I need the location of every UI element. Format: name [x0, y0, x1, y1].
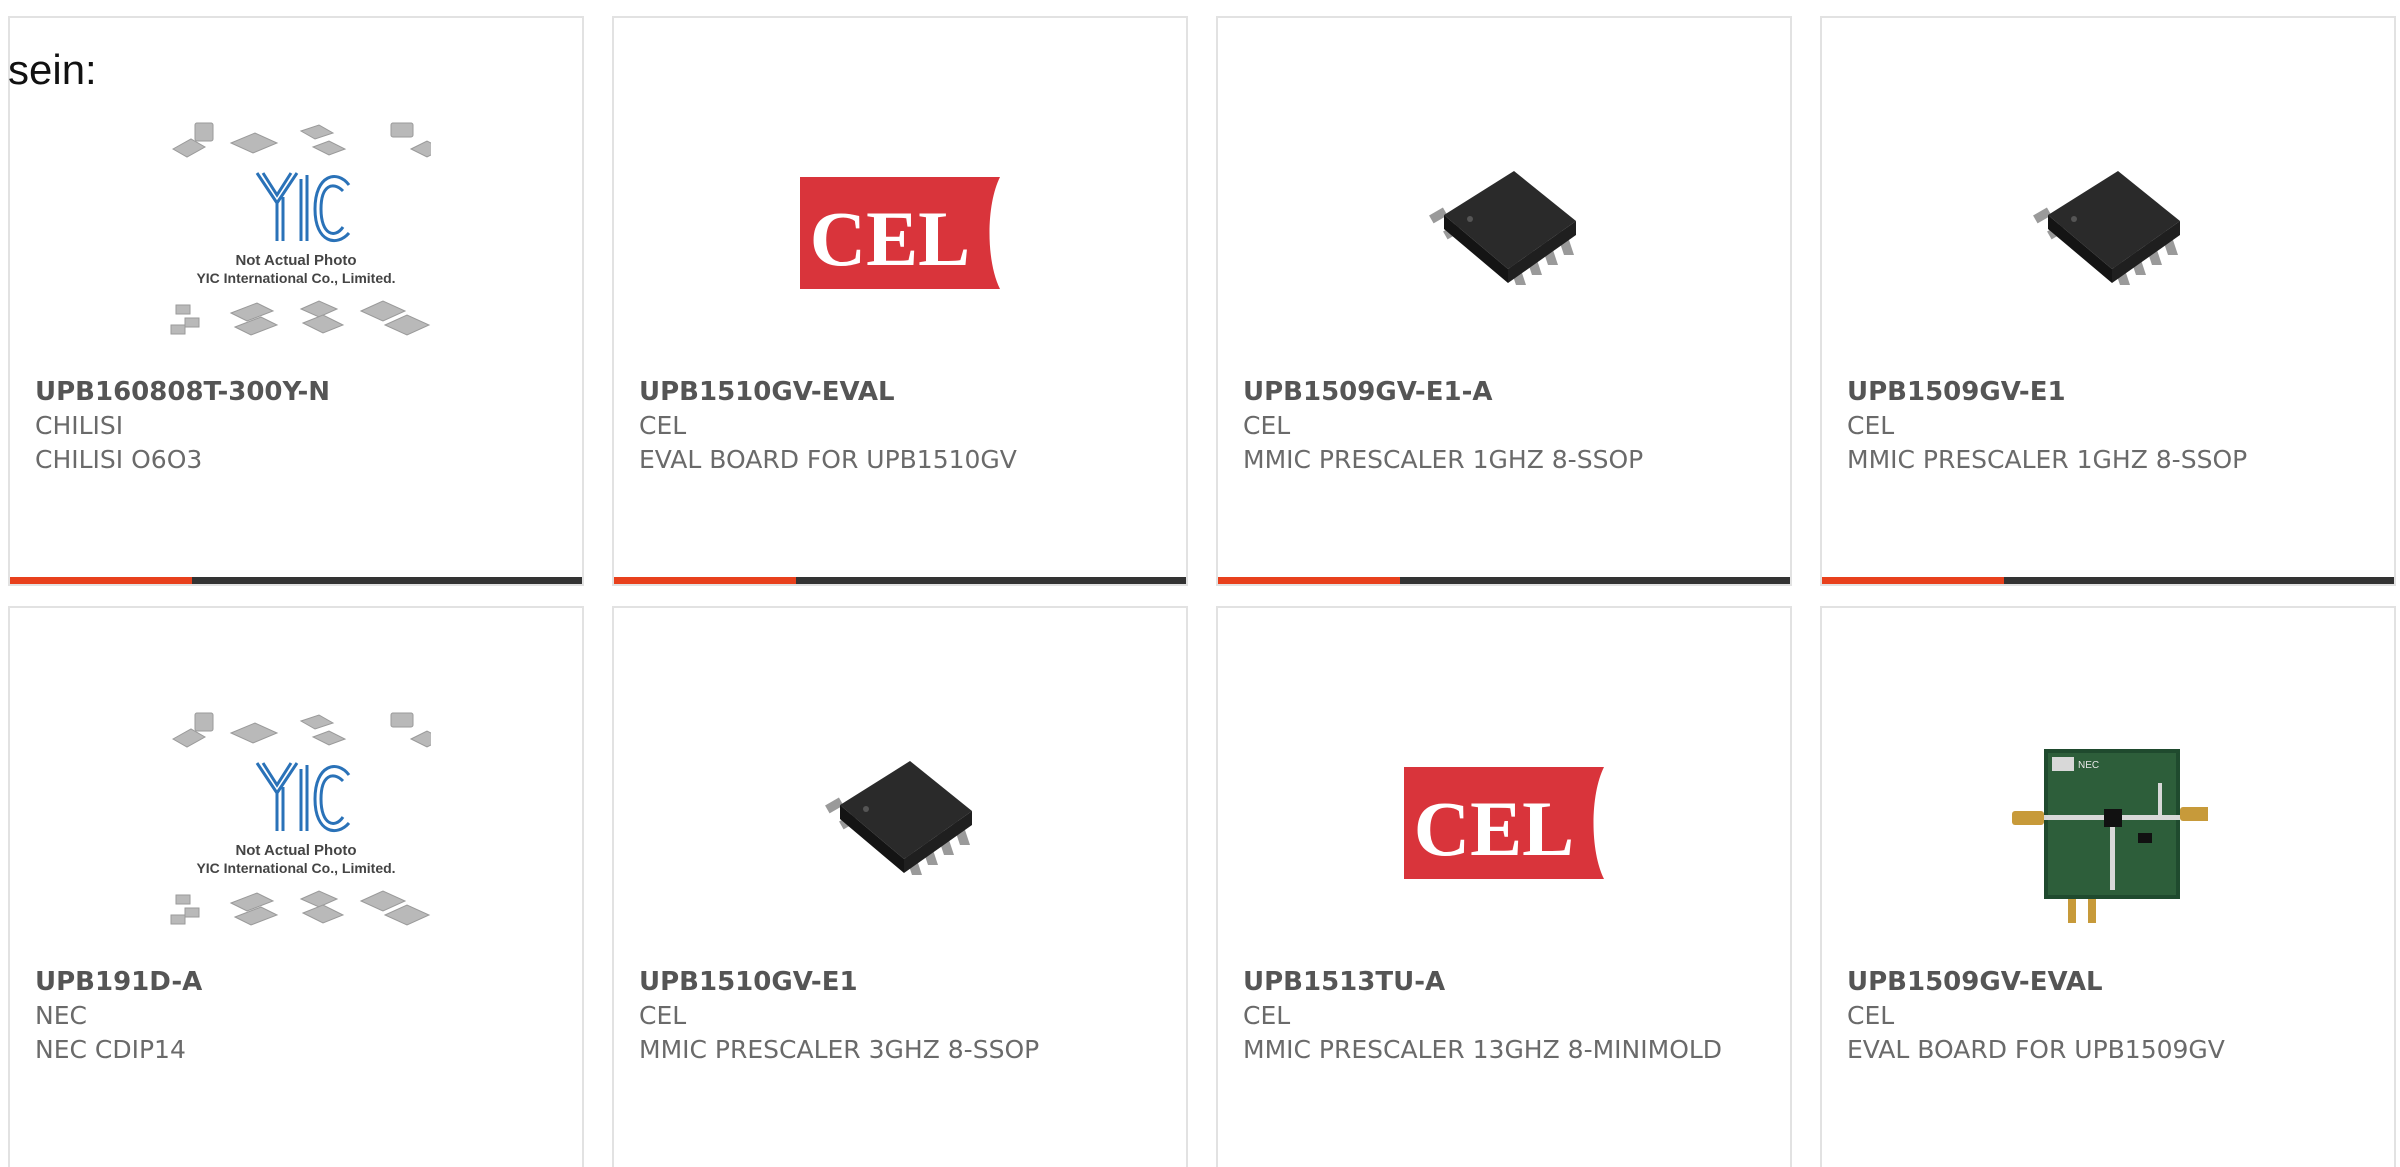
card-accent	[10, 577, 192, 584]
yic-placeholder-image: Not Actual Photo YIC International Co., …	[170, 712, 431, 926]
description: MMIC PRESCALER 1GHZ 8-SSOP	[1243, 445, 1644, 474]
description: EVAL BOARD FOR UPB1509GV	[1847, 1035, 2225, 1064]
description: CHILISI O6O3	[35, 445, 203, 474]
description: NEC CDIP14	[35, 1035, 186, 1064]
manufacturer: CEL	[639, 411, 687, 440]
product-card[interactable]: CEL UPB1513TU-A CEL MMIC PRESCALER 13GHZ…	[1216, 606, 1792, 1167]
card-accent	[1218, 577, 1400, 584]
manufacturer: NEC	[35, 1001, 87, 1030]
placeholder-caption-2: YIC International Co., Limited.	[196, 860, 395, 876]
cel-logo-text: CEL	[810, 195, 970, 282]
product-card[interactable]: Not Actual Photo YIC International Co., …	[8, 16, 584, 586]
card-bottom-bar	[614, 577, 1186, 584]
part-number[interactable]: UPB1510GV-E1	[639, 965, 1166, 999]
card-accent	[614, 577, 796, 584]
product-image[interactable]: Not Actual Photo YIC International Co., …	[10, 688, 582, 958]
product-image[interactable]: CEL	[1218, 688, 1790, 958]
description: MMIC PRESCALER 1GHZ 8-SSOP	[1847, 445, 2248, 474]
manufacturer: CHILISI	[35, 411, 124, 440]
part-number[interactable]: UPB1513TU-A	[1243, 965, 1770, 999]
card-accent	[1822, 577, 2004, 584]
manufacturer: CEL	[1847, 411, 1895, 440]
section-heading: sein:	[8, 46, 97, 93]
cel-logo-text: CEL	[1414, 785, 1574, 872]
product-image[interactable]: NEC	[1822, 688, 2394, 958]
board-label: NEC	[2078, 760, 2099, 771]
product-card[interactable]: UPB1509GV-E1-A CEL MMIC PRESCALER 1GHZ 8…	[1216, 16, 1792, 586]
part-number[interactable]: UPB191D-A	[35, 965, 562, 999]
part-number[interactable]: UPB1509GV-EVAL	[1847, 965, 2374, 999]
manufacturer: CEL	[639, 1001, 687, 1030]
yic-placeholder-image: Not Actual Photo YIC International Co., …	[170, 122, 431, 336]
product-image[interactable]	[1822, 98, 2394, 368]
cel-logo-image: CEL	[800, 177, 1000, 289]
product-card[interactable]: UPB1509GV-E1 CEL MMIC PRESCALER 1GHZ 8-S…	[1820, 16, 2396, 586]
description: MMIC PRESCALER 3GHZ 8-SSOP	[639, 1035, 1040, 1064]
card-bottom-bar	[1218, 577, 1790, 584]
ssop-chip-image	[1429, 171, 1576, 285]
part-number[interactable]: UPB1509GV-E1	[1847, 375, 2374, 409]
manufacturer: CEL	[1243, 1001, 1291, 1030]
ssop-chip-image	[825, 761, 972, 875]
placeholder-caption-2: YIC International Co., Limited.	[196, 270, 395, 286]
description: MMIC PRESCALER 13GHZ 8-MINIMOLD	[1243, 1035, 1723, 1064]
description: EVAL BOARD FOR UPB1510GV	[639, 445, 1017, 474]
product-card[interactable]: CEL UPB1510GV-EVAL CEL EVAL BOARD FOR UP…	[612, 16, 1188, 586]
cel-logo-image: CEL	[1404, 767, 1604, 879]
part-number[interactable]: UPB1510GV-EVAL	[639, 375, 1166, 409]
manufacturer: CEL	[1243, 411, 1291, 440]
manufacturer: CEL	[1847, 1001, 1895, 1030]
product-image[interactable]	[1218, 98, 1790, 368]
ssop-chip-image	[2033, 171, 2180, 285]
part-number[interactable]: UPB1509GV-E1-A	[1243, 375, 1770, 409]
product-card[interactable]: UPB1510GV-E1 CEL MMIC PRESCALER 3GHZ 8-S…	[612, 606, 1188, 1167]
product-card[interactable]: Not Actual Photo YIC International Co., …	[8, 606, 584, 1167]
placeholder-caption-1: Not Actual Photo	[235, 842, 356, 859]
placeholder-caption-1: Not Actual Photo	[235, 252, 356, 269]
part-number[interactable]: UPB160808T-300Y-N	[35, 375, 562, 409]
product-card[interactable]: NEC UPB1509GV-EVAL CEL EVAL BOARD FOR UP…	[1820, 606, 2396, 1167]
eval-board-image: NEC	[2012, 749, 2208, 923]
card-bottom-bar	[10, 577, 582, 584]
product-image[interactable]: Not Actual Photo YIC International Co., …	[10, 98, 582, 368]
product-image[interactable]: CEL	[614, 98, 1186, 368]
product-image[interactable]	[614, 688, 1186, 958]
page: sein: Not Actual Photo YIC International…	[0, 0, 2400, 1167]
card-bottom-bar	[1822, 577, 2394, 584]
